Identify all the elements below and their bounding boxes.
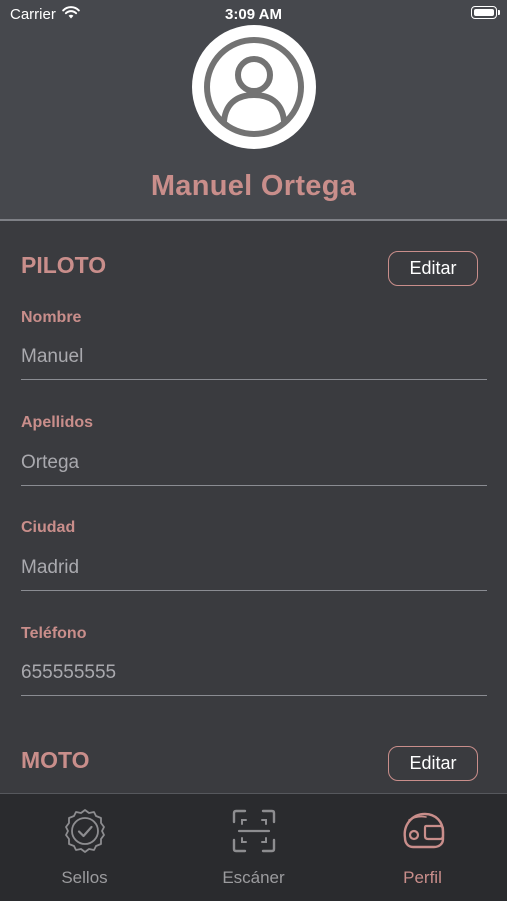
tab-perfil[interactable]: Perfil	[338, 794, 507, 894]
scanner-icon	[169, 808, 338, 854]
ciudad-label: Ciudad	[21, 519, 76, 536]
edit-piloto-button[interactable]: Editar	[388, 251, 478, 286]
nombre-underline	[21, 379, 487, 380]
tab-perfil-label: Perfil	[403, 868, 442, 887]
battery-icon	[471, 6, 500, 19]
apellidos-underline	[21, 485, 487, 486]
apellidos-field[interactable]: Ortega	[21, 452, 79, 474]
tab-sellos-label: Sellos	[61, 868, 108, 887]
user-avatar-icon[interactable]	[192, 25, 316, 149]
telefono-field[interactable]: 655555555	[21, 662, 116, 684]
nombre-label: Nombre	[21, 309, 82, 326]
tab-sellos[interactable]: Sellos	[0, 794, 169, 894]
tab-bar: Sellos Escáner Perfil	[0, 793, 507, 901]
profile-header: Carrier 3:09 AM Manuel Ortega	[0, 0, 507, 219]
ciudad-field[interactable]: Madrid	[21, 557, 79, 579]
telefono-underline	[21, 695, 487, 696]
helmet-icon	[338, 808, 507, 854]
tab-escaner-label: Escáner	[222, 868, 285, 887]
apellidos-label: Apellidos	[21, 414, 94, 431]
profile-name: Manuel Ortega	[150, 170, 357, 202]
ciudad-underline	[21, 590, 487, 591]
nombre-field[interactable]: Manuel	[21, 346, 83, 368]
status-time: 3:09 AM	[225, 6, 282, 23]
tab-escaner[interactable]: Escáner	[169, 794, 338, 894]
header-divider	[0, 219, 507, 221]
edit-moto-button[interactable]: Editar	[388, 746, 478, 781]
piloto-section-title: PILOTO	[21, 252, 107, 278]
seal-badge-icon	[0, 808, 169, 854]
moto-section-title: MOTO	[21, 747, 90, 773]
status-bar: Carrier 3:09 AM	[0, 0, 507, 28]
telefono-label: Teléfono	[21, 625, 87, 642]
